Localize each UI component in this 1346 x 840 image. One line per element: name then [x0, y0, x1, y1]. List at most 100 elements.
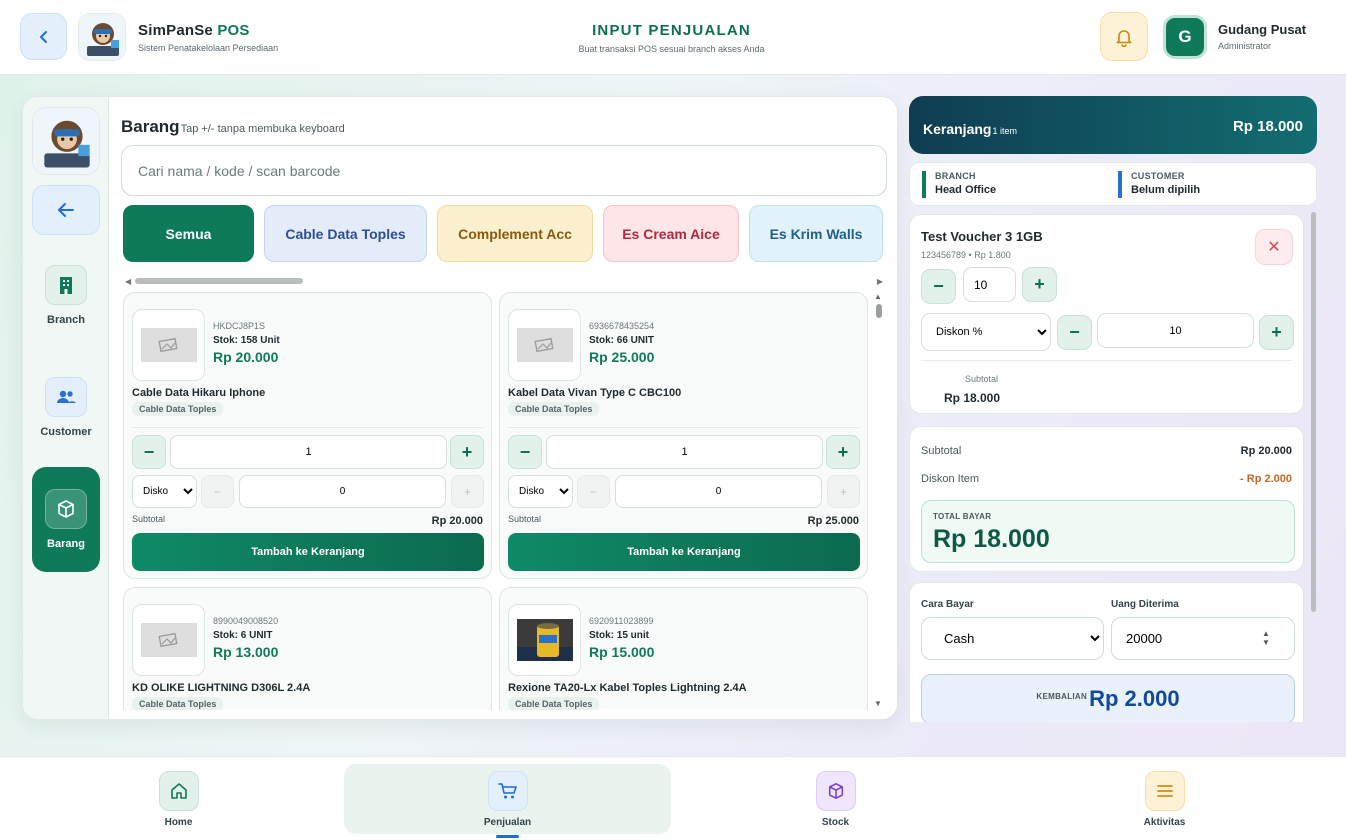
horizontal-scrollbar[interactable]: ◀ ▶ [125, 277, 883, 286]
add-to-cart-button[interactable]: Tambah ke Keranjang [508, 533, 860, 571]
bottom-nav-aktivitas[interactable]: Aktivitas [1001, 757, 1328, 840]
payment-method-select[interactable]: Cash [921, 617, 1104, 660]
qty-minus-button[interactable]: − [508, 435, 542, 469]
bottom-nav-label: Home [164, 817, 193, 828]
sidebar-item-barang[interactable]: Barang [32, 467, 100, 572]
discount-type-select[interactable]: Disko [132, 475, 197, 508]
total-box: TOTAL BAYAR Rp 18.000 [921, 500, 1295, 563]
category-tab-es-krim-walls[interactable]: Es Krim Walls [749, 205, 883, 262]
chevron-left-icon [39, 30, 47, 43]
cart-total: Rp 18.000 [1232, 118, 1303, 135]
category-tab-cable-data-toples[interactable]: Cable Data Toples [264, 205, 427, 262]
cart-item-subtotal: Rp 18.000 [944, 391, 1001, 405]
search-input[interactable] [121, 145, 887, 196]
discount-type-select[interactable]: Disko [508, 475, 573, 508]
bottom-nav-home[interactable]: Home [15, 757, 342, 840]
discount-minus-button[interactable]: − [201, 475, 234, 508]
product-card: 6936678435254 Stok: 66 UNIT Rp 25.000 Ka… [499, 292, 868, 579]
scroll-right-icon[interactable]: ▶ [877, 277, 883, 286]
payment-card: Cara Bayar Uang Diterima Cash ▲▼ KEMBALI… [909, 582, 1304, 722]
user-block[interactable]: Gudang Pusat Administrator [1218, 22, 1306, 51]
qty-input[interactable] [546, 435, 823, 469]
side-back-button[interactable] [32, 185, 100, 235]
arrow-left-icon [58, 203, 74, 217]
scroll-thumb[interactable] [135, 278, 303, 284]
qty-plus-button[interactable]: + [450, 435, 484, 469]
cart-qty-input[interactable] [963, 267, 1016, 302]
cart-item-name: Test Voucher 3 1GB [921, 229, 1043, 244]
users-icon [57, 390, 76, 403]
bottom-nav-icon-wrap [1144, 771, 1185, 811]
product-content: Barang Tap +/- tanpa membuka keyboard Se… [121, 97, 897, 719]
cart-info-bar: BRANCH Head Office CUSTOMER Belum dipili… [909, 162, 1317, 206]
subtotal-label: Subtotal [132, 514, 166, 524]
scroll-down-icon[interactable]: ▼ [874, 699, 882, 708]
cart-title: Keranjang1 item [923, 121, 1017, 137]
branch-info[interactable]: BRANCH Head Office [922, 171, 996, 198]
cart-qty-minus-button[interactable]: − [921, 269, 956, 304]
scroll-up-icon[interactable]: ▲ [874, 292, 882, 301]
cart-title-text: Keranjang [923, 121, 992, 137]
customer-info[interactable]: CUSTOMER Belum dipilih [1118, 171, 1200, 198]
monkey-logo-icon [33, 108, 99, 174]
user-role: Administrator [1218, 41, 1272, 51]
remove-item-button[interactable]: ✕ [1255, 229, 1293, 265]
divider [508, 427, 859, 428]
cart-discount-type-select[interactable]: Diskon % [921, 313, 1051, 351]
discount-minus-button[interactable]: − [577, 475, 610, 508]
side-icon-wrap [45, 489, 87, 529]
sidebar-item-label: Barang [47, 538, 85, 550]
vertical-scrollbar[interactable]: ▲ ▼ [873, 292, 885, 710]
active-indicator [496, 835, 519, 838]
product-image [508, 309, 581, 381]
scroll-thumb[interactable] [1311, 212, 1316, 612]
header-back-button[interactable] [20, 13, 67, 60]
bottom-nav-stock[interactable]: Stock [672, 757, 999, 840]
qty-plus-button[interactable]: + [826, 435, 860, 469]
discount-input[interactable] [239, 475, 446, 508]
section-header: Barang Tap +/- tanpa membuka keyboard [121, 117, 345, 137]
bottom-nav: Home Penjualan Stock Aktivitas [0, 756, 1346, 840]
sidebar-item-customer[interactable]: Customer [32, 377, 100, 438]
cart-discount-minus-button[interactable]: − [1057, 315, 1092, 350]
change-value: Rp 2.000 [1089, 686, 1180, 711]
cart-scrollbar[interactable] [1310, 212, 1318, 612]
bottom-nav-icon-wrap [487, 771, 528, 811]
category-tab-complement-acc[interactable]: Complement Acc [437, 205, 593, 262]
discount-plus-button[interactable]: + [451, 475, 484, 508]
cart-header: Keranjang1 item Rp 18.000 [909, 96, 1317, 154]
qty-minus-button[interactable]: − [132, 435, 166, 469]
bottom-nav-penjualan[interactable]: Penjualan [344, 757, 671, 840]
side-nav: Branch Customer Barang [23, 97, 109, 719]
scroll-thumb[interactable] [876, 304, 882, 318]
product-card: HKDCJ8P1S Stok: 158 Unit Rp 20.000 Cable… [123, 292, 492, 579]
cart-icon [497, 783, 517, 799]
product-card: 8990049008520 Stok: 6 UNIT Rp 13.000 KD … [123, 587, 492, 710]
avatar[interactable]: G [1163, 15, 1207, 59]
brand-name-main: SimPanSe [138, 22, 213, 39]
product-image [132, 309, 205, 381]
summary-discount: - Rp 2.000 [1240, 473, 1292, 485]
notification-button[interactable] [1100, 12, 1148, 61]
discount-plus-button[interactable]: + [827, 475, 860, 508]
category-tab-es-cream-aice[interactable]: Es Cream Aice [603, 205, 739, 262]
product-image [508, 604, 581, 676]
section-title: Barang [121, 117, 180, 136]
cart-qty-plus-button[interactable]: + [1022, 267, 1057, 302]
branch-label: BRANCH [935, 171, 976, 181]
cart-discount-plus-button[interactable]: + [1259, 315, 1294, 350]
top-header: SimPanSe POS Sistem Penatakelolaan Perse… [0, 0, 1346, 75]
sidebar-item-branch[interactable]: Branch [32, 265, 100, 326]
payment-method-label: Cara Bayar [921, 599, 974, 610]
scroll-left-icon[interactable]: ◀ [125, 277, 131, 286]
brand-subtitle: Sistem Penatakelolaan Persediaan [138, 43, 279, 53]
home-icon [170, 783, 187, 799]
received-label: Uang Diterima [1111, 599, 1179, 610]
qty-input[interactable] [170, 435, 447, 469]
category-tab-semua[interactable]: Semua [123, 205, 254, 262]
add-to-cart-button[interactable]: Tambah ke Keranjang [132, 533, 484, 571]
number-spinner[interactable]: ▲ ▼ [1262, 629, 1270, 647]
product-stock: Stok: 158 Unit [213, 335, 280, 346]
cart-discount-input[interactable] [1097, 313, 1254, 348]
discount-input[interactable] [615, 475, 822, 508]
